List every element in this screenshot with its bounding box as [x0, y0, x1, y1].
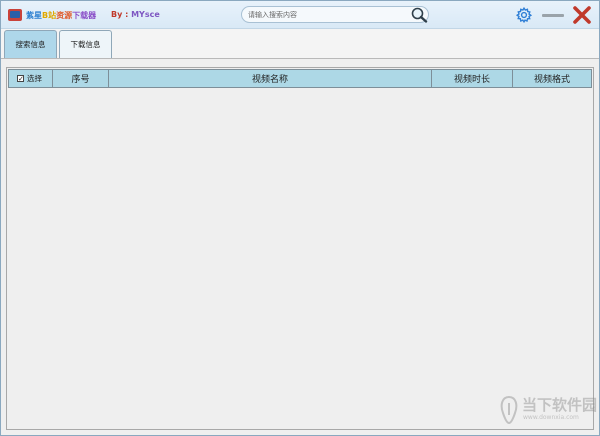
- select-label: 选择: [27, 74, 42, 83]
- title-bar[interactable]: 紫星B站资源下载器 By : MYsce: [1, 1, 599, 29]
- tab-bar: 搜索信息 下载信息: [1, 29, 599, 59]
- app-window: 紫星B站资源下载器 By : MYsce 搜索信息 下载信息 ✓: [0, 0, 600, 436]
- select-all-header[interactable]: ✓ 选择: [8, 69, 53, 88]
- column-header-duration[interactable]: 视频时长: [432, 69, 513, 88]
- minimize-icon[interactable]: [542, 14, 564, 17]
- author-label: By : MYsce: [111, 10, 160, 19]
- table-header: ✓ 选择 序号 视频名称 视频时长 视频格式: [8, 69, 592, 88]
- column-header-index[interactable]: 序号: [53, 69, 109, 88]
- tab-download-info[interactable]: 下载信息: [59, 30, 112, 58]
- gear-icon[interactable]: [516, 7, 532, 23]
- column-header-format[interactable]: 视频格式: [513, 69, 592, 88]
- app-title-part: 下载器: [72, 11, 97, 20]
- close-icon[interactable]: [573, 6, 591, 24]
- watermark-logo-icon: [500, 395, 518, 425]
- results-table: ✓ 选择 序号 视频名称 视频时长 视频格式: [6, 67, 594, 430]
- select-all-checkbox[interactable]: ✓: [17, 75, 24, 83]
- author-prefix: By :: [111, 10, 132, 19]
- author-name: MYsce: [131, 10, 160, 19]
- watermark: 当下软件园 www.downxia.com: [498, 393, 597, 429]
- search-box: [241, 6, 429, 23]
- watermark-url: www.downxia.com: [523, 414, 579, 421]
- watermark-text: 当下软件园: [522, 396, 598, 414]
- search-input[interactable]: [248, 9, 408, 21]
- search-icon[interactable]: [410, 7, 428, 23]
- app-title-part: B站: [42, 11, 57, 20]
- column-header-video-name[interactable]: 视频名称: [109, 69, 432, 88]
- app-title-part: 紫星: [26, 11, 42, 20]
- app-logo-icon: [8, 9, 22, 21]
- app-title: 紫星B站资源下载器: [26, 10, 96, 21]
- tab-search-info[interactable]: 搜索信息: [4, 30, 57, 58]
- app-title-part: 资源: [56, 11, 73, 20]
